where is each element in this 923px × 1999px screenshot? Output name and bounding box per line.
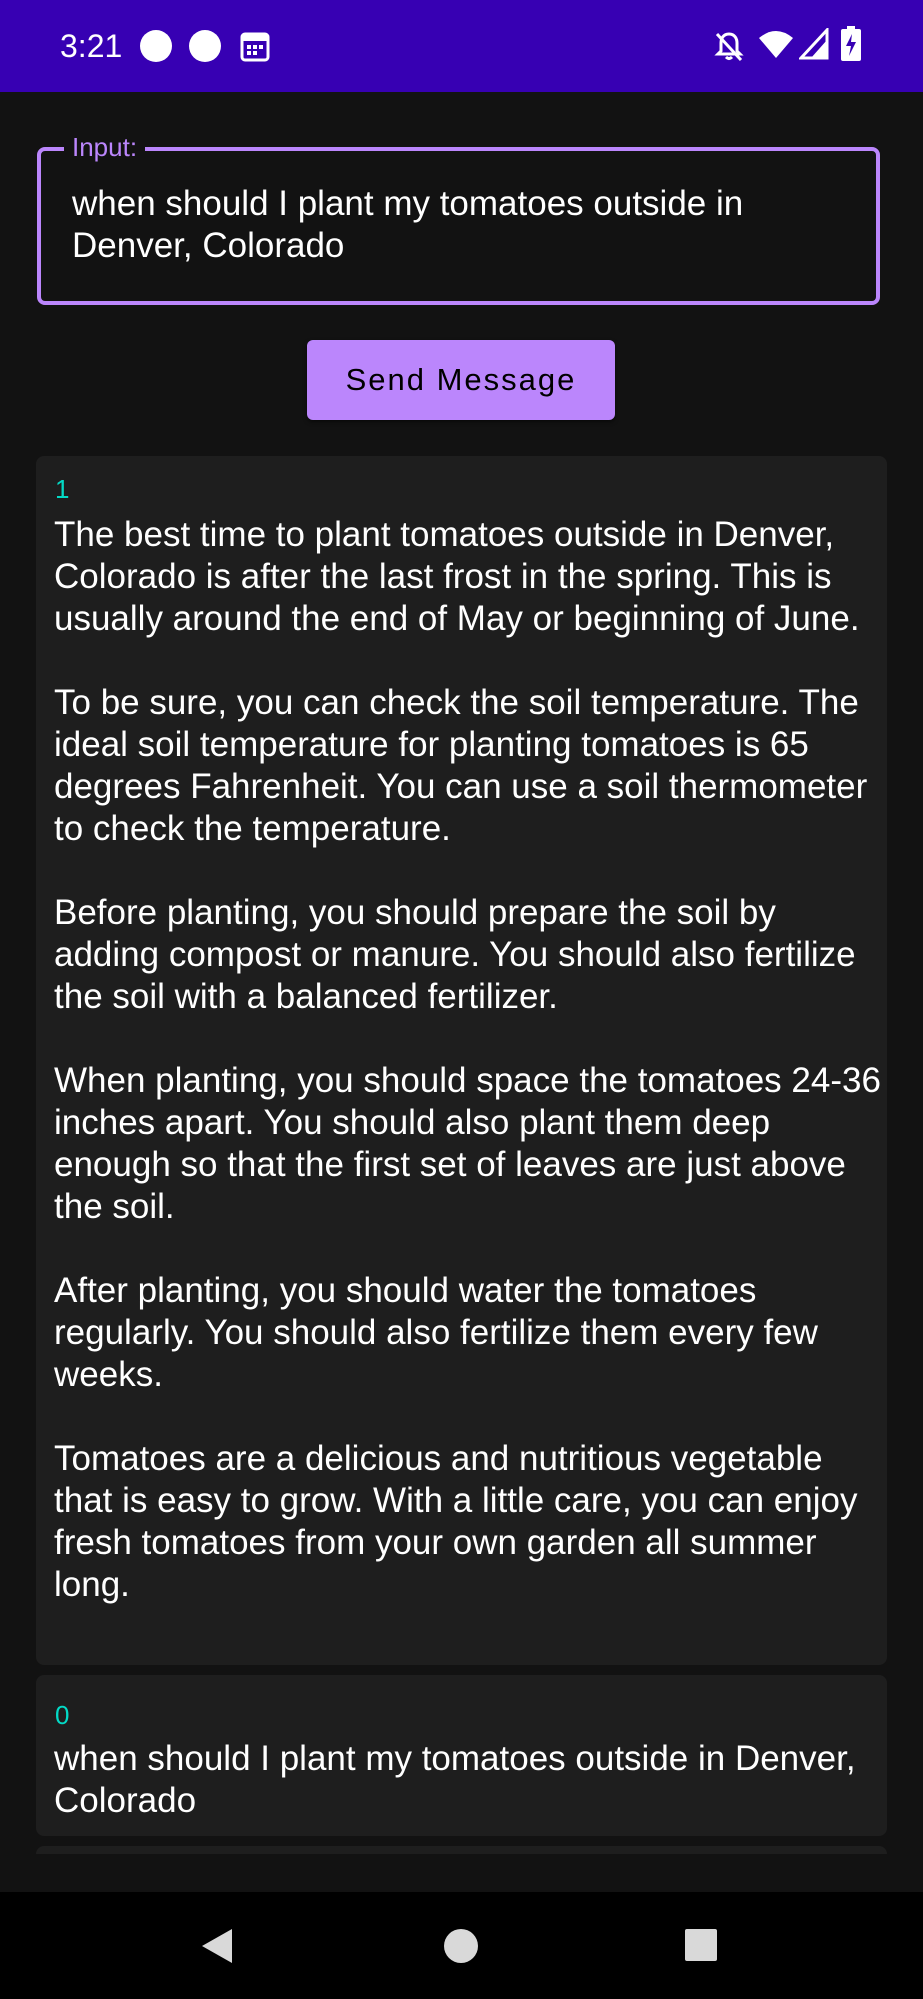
signal-icon xyxy=(799,28,829,60)
message-card-partial xyxy=(36,1846,887,1854)
message-card: 0 when should I plant my tomatoes outsid… xyxy=(36,1675,887,1836)
notification-circle-icon xyxy=(189,30,221,62)
navigation-bar xyxy=(0,1892,923,1999)
battery-charging-icon xyxy=(841,26,861,61)
status-time: 3:21 xyxy=(60,28,123,64)
message-index: 1 xyxy=(55,474,70,504)
message-card: 1 The best time to plant tomatoes outsid… xyxy=(36,456,887,1665)
home-icon[interactable] xyxy=(442,1927,480,1965)
calendar-icon xyxy=(240,32,270,62)
message-index: 0 xyxy=(55,1700,70,1730)
message-text: The best time to plant tomatoes outside … xyxy=(54,515,881,1604)
bell-off-icon xyxy=(714,32,744,62)
recents-icon[interactable] xyxy=(683,1927,719,1963)
notification-circle-icon xyxy=(140,30,172,62)
input-label: Input: xyxy=(64,132,146,162)
send-message-button[interactable]: Send Message xyxy=(307,340,615,420)
app-screen: 3:21 Input: when should I plant my tomat… xyxy=(0,0,923,1999)
back-icon[interactable] xyxy=(200,1927,234,1965)
message-text: when should I plant my tomatoes outside … xyxy=(54,1739,866,1820)
wifi-icon xyxy=(759,31,793,58)
status-bar: 3:21 xyxy=(0,0,923,92)
message-input-value[interactable]: when should I plant my tomatoes outside … xyxy=(72,183,852,267)
